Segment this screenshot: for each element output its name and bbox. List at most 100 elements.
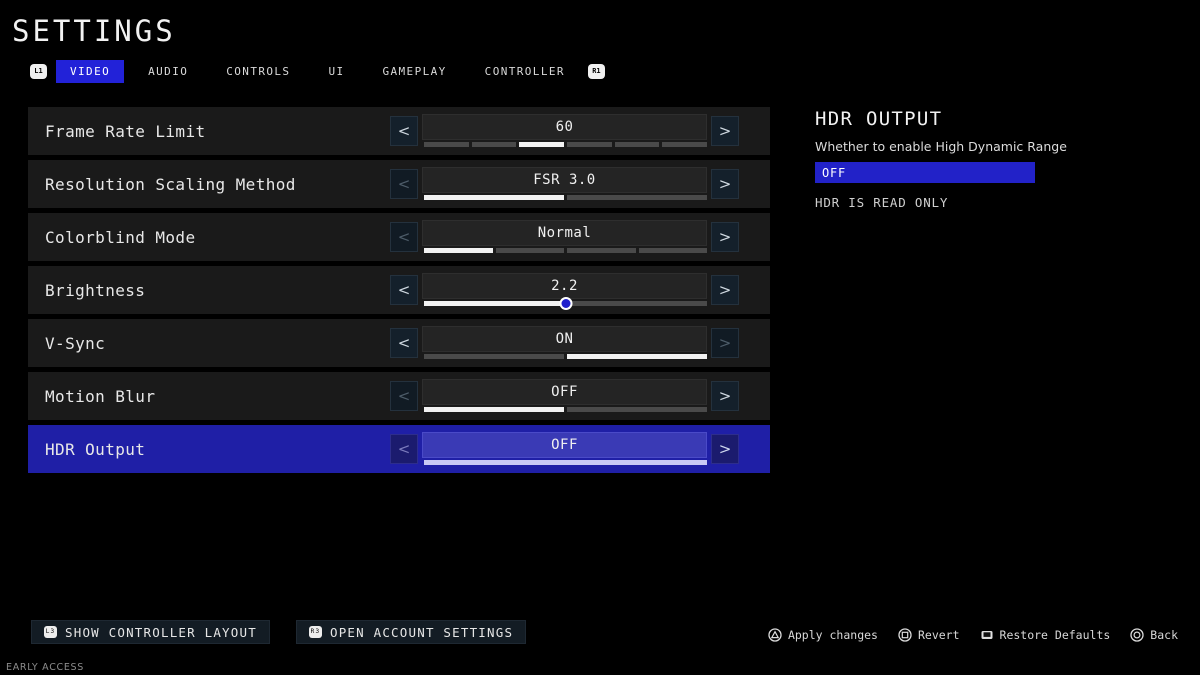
bottom-action-bar: L3 SHOW CONTROLLER LAYOUT R3 OPEN ACCOUNT S… [31, 620, 527, 644]
tab-controls[interactable]: CONTROLS [212, 60, 304, 83]
segment-bar-cell [567, 354, 707, 359]
decrement-arrow-icon[interactable]: < [390, 434, 418, 464]
action-button-label: SHOW CONTROLLER LAYOUT [65, 624, 257, 640]
decrement-arrow-icon[interactable]: < [390, 275, 418, 305]
tab-controller[interactable]: CONTROLLER [471, 60, 579, 83]
segment-bar-cell [424, 195, 564, 200]
segment-bar-cell [614, 142, 660, 147]
decrement-arrow-icon[interactable]: < [390, 328, 418, 358]
setting-row-brightness[interactable]: Brightness <2.2 > [28, 266, 770, 314]
tab-audio[interactable]: AUDIO [134, 60, 202, 83]
segment-bar-cell [567, 407, 707, 412]
settings-list: Frame Rate Limit <60 > Resolution Scaling M… [28, 107, 770, 478]
setting-row-hdr-output[interactable]: HDR Output < OFF > [28, 425, 770, 473]
segment-bar[interactable] [424, 354, 707, 359]
hint-restore-defaults[interactable]: Restore Defaults [980, 628, 1110, 642]
info-panel-note: HDR IS READ ONLY [815, 195, 949, 210]
setting-row-resolution-scaling-method[interactable]: Resolution Scaling Method < FSR 3.0 > [28, 160, 770, 208]
setting-value-text: ON [555, 331, 574, 347]
setting-row-v-sync[interactable]: V-Sync < ON > [28, 319, 770, 367]
decrement-arrow-icon[interactable]: < [390, 381, 418, 411]
segment-bar[interactable] [424, 248, 707, 253]
setting-label: V-Sync [45, 333, 106, 353]
info-panel-description: Whether to enable High Dynamic Range [815, 139, 1067, 154]
slider-fill [424, 301, 566, 306]
setting-row-colorblind-mode[interactable]: Colorblind Mode < Normal > [28, 213, 770, 261]
decrement-arrow-icon[interactable]: < [390, 169, 418, 199]
triangle-button-icon [768, 628, 782, 642]
settings-screen: SETTINGS L1 VIDEO AUDIO CONTROLS UI GAME… [0, 0, 1200, 675]
segment-bar-cell [424, 407, 564, 412]
setting-value-control[interactable]: Normal [422, 220, 707, 254]
action-button-show-controller-layout[interactable]: L3 SHOW CONTROLLER LAYOUT [31, 620, 270, 644]
setting-row-motion-blur[interactable]: Motion Blur < OFF > [28, 372, 770, 420]
circle-button-icon [1130, 628, 1144, 642]
setting-value-text: 60 [555, 119, 574, 135]
setting-value-text: Normal [537, 225, 592, 241]
decrement-arrow-icon[interactable]: < [390, 222, 418, 252]
slider-knob[interactable] [559, 297, 572, 310]
hint-back[interactable]: Back [1130, 628, 1178, 642]
setting-value-box: FSR 3.0 [422, 167, 707, 193]
increment-arrow-icon[interactable]: > [711, 116, 739, 146]
info-panel: HDR OUTPUT Whether to enable High Dynami… [815, 108, 1145, 210]
setting-value-control[interactable]: 60 [422, 114, 708, 148]
setting-value-text: OFF [551, 437, 578, 453]
increment-arrow-icon[interactable]: > [711, 275, 739, 305]
segment-bar-cell [424, 354, 564, 359]
setting-value-box: 2.2 [422, 273, 707, 299]
bottom-hint-bar: Apply changes Revert Restore Defaults Back [768, 628, 1178, 642]
setting-value-control[interactable]: 2.2 [422, 273, 707, 310]
segment-bar-cell [662, 142, 708, 147]
increment-arrow-icon[interactable]: > [711, 328, 739, 358]
setting-value-text: FSR 3.0 [533, 172, 596, 188]
increment-arrow-icon[interactable]: > [711, 434, 739, 464]
setting-value-box: OFF [422, 432, 707, 458]
setting-value-control[interactable]: ON [422, 326, 707, 360]
hint-apply-changes[interactable]: Apply changes [768, 628, 878, 642]
segment-bar[interactable] [424, 142, 708, 147]
stick-button-icon: L3 [44, 626, 57, 638]
info-panel-title: HDR OUTPUT [815, 108, 943, 130]
hint-revert[interactable]: Revert [898, 628, 960, 642]
segment-bar[interactable] [424, 407, 707, 412]
setting-value-box: Normal [422, 220, 707, 246]
square-button-icon [898, 628, 912, 642]
decrement-arrow-icon[interactable]: < [390, 116, 418, 146]
slider-track[interactable] [424, 297, 707, 310]
setting-value-text: OFF [551, 384, 578, 400]
tab-video[interactable]: VIDEO [56, 60, 125, 83]
stick-button-icon: R3 [308, 626, 322, 638]
l1-bumper-icon[interactable]: L1 [30, 64, 47, 79]
hint-label: Apply changes [787, 628, 878, 642]
segment-bar-cell [638, 248, 707, 253]
tab-ui[interactable]: UI [314, 60, 358, 83]
setting-value-control[interactable]: FSR 3.0 [422, 167, 707, 201]
segment-bar-cell [567, 248, 636, 253]
segment-bar-cell [567, 195, 707, 200]
segment-bar[interactable] [424, 460, 707, 465]
segment-bar-cell [519, 142, 565, 147]
setting-value-control[interactable]: OFF [422, 379, 707, 413]
touchpad-button-icon [980, 628, 994, 642]
increment-arrow-icon[interactable]: > [711, 381, 739, 411]
setting-row-frame-rate-limit[interactable]: Frame Rate Limit <60 > [28, 107, 770, 155]
setting-label: Brightness [45, 280, 146, 300]
segment-bar-cell [495, 248, 564, 253]
hint-label: Back [1150, 628, 1178, 642]
segment-bar-cell [471, 142, 517, 147]
increment-arrow-icon[interactable]: > [711, 169, 739, 199]
page-title: SETTINGS [12, 14, 176, 48]
r1-bumper-icon[interactable]: R1 [587, 64, 605, 79]
segment-bar-cell [424, 460, 707, 465]
tab-gameplay[interactable]: GAMEPLAY [368, 60, 460, 83]
setting-label: Frame Rate Limit [45, 121, 206, 141]
segment-bar[interactable] [424, 195, 707, 200]
increment-arrow-icon[interactable]: > [711, 222, 739, 252]
setting-value-control[interactable]: OFF [422, 432, 707, 466]
action-button-label: OPEN ACCOUNT SETTINGS [329, 624, 514, 640]
setting-label: HDR Output [45, 439, 146, 459]
setting-value-text: 2.2 [551, 278, 578, 294]
segment-bar-cell [424, 248, 493, 253]
action-button-open-account-settings[interactable]: R3 OPEN ACCOUNT SETTINGS [295, 620, 527, 644]
